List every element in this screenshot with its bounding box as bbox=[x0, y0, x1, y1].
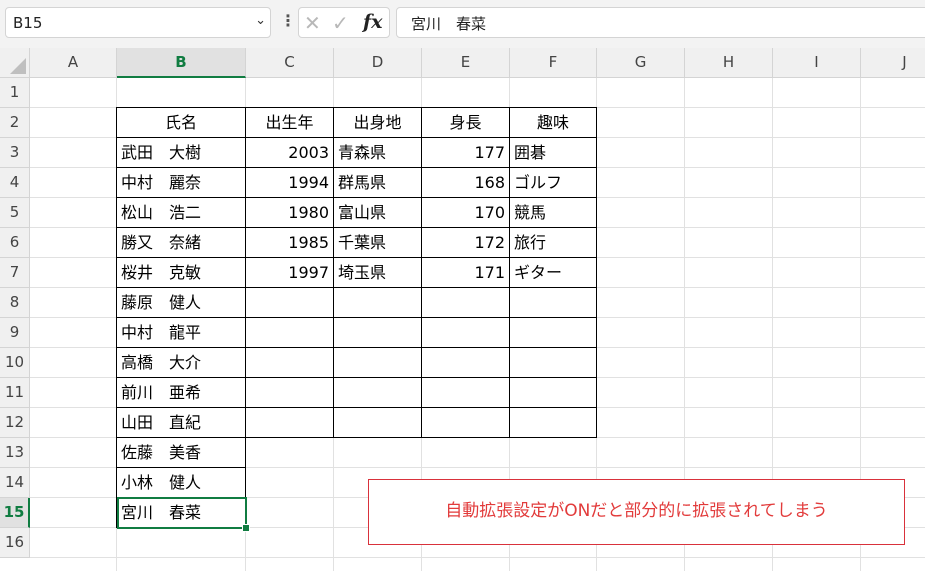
chevron-down-icon[interactable]: ⌄ bbox=[255, 13, 266, 28]
row-header-13[interactable]: 13 bbox=[0, 438, 30, 468]
table-cell-name[interactable]: 佐藤 美香 bbox=[116, 437, 246, 468]
row-header-5[interactable]: 5 bbox=[0, 198, 30, 228]
table-cell-name[interactable]: 藤原 健人 bbox=[116, 287, 246, 318]
table-cell-hobby[interactable]: 囲碁 bbox=[509, 137, 597, 168]
row-header-11[interactable]: 11 bbox=[0, 378, 30, 408]
table-cell-birth-year[interactable]: 1985 bbox=[245, 227, 334, 258]
table-cell-hobby[interactable] bbox=[509, 317, 597, 348]
table-cell-birth-year[interactable] bbox=[245, 377, 334, 408]
table-cell-birth-year[interactable]: 1994 bbox=[245, 167, 334, 198]
table-cell-height[interactable]: 170 bbox=[421, 197, 510, 228]
table-cell-height[interactable]: 171 bbox=[421, 257, 510, 288]
header-cell-birthplace[interactable]: 出身地 bbox=[333, 107, 422, 138]
table-cell-name[interactable]: 高橋 大介 bbox=[116, 347, 246, 378]
table-cell-name[interactable]: 小林 健人 bbox=[116, 467, 246, 498]
table-cell-birthplace[interactable] bbox=[333, 377, 422, 408]
column-header-e[interactable]: E bbox=[422, 48, 510, 78]
table-cell-name[interactable]: 松山 浩二 bbox=[116, 197, 246, 228]
select-all-triangle-icon bbox=[10, 58, 26, 74]
row-header-8[interactable]: 8 bbox=[0, 288, 30, 318]
column-header-i[interactable]: I bbox=[773, 48, 861, 78]
row-header-15[interactable]: 15 bbox=[0, 498, 30, 528]
table-cell-hobby[interactable]: 旅行 bbox=[509, 227, 597, 258]
table-cell-name[interactable]: 山田 直紀 bbox=[116, 407, 246, 438]
table-cell-birthplace[interactable]: 埼玉県 bbox=[333, 257, 422, 288]
table-cell-birthplace[interactable] bbox=[333, 347, 422, 378]
table-cell-height[interactable]: 177 bbox=[421, 137, 510, 168]
table-cell-birthplace[interactable]: 群馬県 bbox=[333, 167, 422, 198]
table-cell-hobby[interactable] bbox=[509, 377, 597, 408]
table-cell-birthplace[interactable]: 青森県 bbox=[333, 137, 422, 168]
table-cell-hobby[interactable] bbox=[509, 287, 597, 318]
row-header-10[interactable]: 10 bbox=[0, 348, 30, 378]
header-cell-birth-year[interactable]: 出生年 bbox=[245, 107, 334, 138]
table-cell-name[interactable]: 桜井 克敏 bbox=[116, 257, 246, 288]
table-cell-hobby[interactable] bbox=[509, 347, 597, 378]
table-cell-birth-year[interactable]: 1997 bbox=[245, 257, 334, 288]
row-header-2[interactable]: 2 bbox=[0, 108, 30, 138]
formula-value[interactable]: 宮川 春菜 bbox=[411, 13, 486, 34]
row-header-6[interactable]: 6 bbox=[0, 228, 30, 258]
formula-bar: B15 ⌄ ⋮ ✕ ✓ fx 宮川 春菜 bbox=[0, 0, 925, 48]
table-cell-birth-year[interactable]: 2003 bbox=[245, 137, 334, 168]
enter-check-icon[interactable]: ✓ bbox=[332, 11, 349, 35]
cancel-icon[interactable]: ✕ bbox=[304, 11, 321, 35]
row-header-14[interactable]: 14 bbox=[0, 468, 30, 498]
fill-handle[interactable] bbox=[242, 524, 250, 532]
table-cell-name[interactable]: 前川 亜希 bbox=[116, 377, 246, 408]
table-cell-birth-year[interactable] bbox=[245, 287, 334, 318]
table-cell-birthplace[interactable]: 千葉県 bbox=[333, 227, 422, 258]
table-cell-height[interactable] bbox=[421, 377, 510, 408]
column-header-a[interactable]: A bbox=[30, 48, 117, 78]
table-cell-height[interactable]: 168 bbox=[421, 167, 510, 198]
table-cell-hobby[interactable] bbox=[509, 407, 597, 438]
table-cell-hobby[interactable]: ゴルフ bbox=[509, 167, 597, 198]
table-cell-height[interactable] bbox=[421, 317, 510, 348]
name-box[interactable]: B15 ⌄ bbox=[5, 7, 271, 38]
row-header-4[interactable]: 4 bbox=[0, 168, 30, 198]
column-header-g[interactable]: G bbox=[597, 48, 685, 78]
table-cell-birthplace[interactable] bbox=[333, 317, 422, 348]
column-header-h[interactable]: H bbox=[685, 48, 773, 78]
formula-input[interactable]: 宮川 春菜 bbox=[396, 7, 925, 38]
table-cell-birth-year[interactable] bbox=[245, 407, 334, 438]
column-header-f[interactable]: F bbox=[510, 48, 597, 78]
row-header-1[interactable]: 1 bbox=[0, 78, 30, 108]
table-cell-name[interactable]: 中村 麗奈 bbox=[116, 167, 246, 198]
table-cell-height[interactable]: 172 bbox=[421, 227, 510, 258]
header-cell-hobby[interactable]: 趣味 bbox=[509, 107, 597, 138]
more-options-icon[interactable]: ⋮ bbox=[280, 11, 296, 30]
row-header-9[interactable]: 9 bbox=[0, 318, 30, 348]
callout-note: 自動拡張設定がONだと部分的に拡張されてしまう bbox=[368, 479, 905, 545]
row-header-16[interactable]: 16 bbox=[0, 528, 30, 558]
table-cell-name[interactable]: 武田 大樹 bbox=[116, 137, 246, 168]
row-header-7[interactable]: 7 bbox=[0, 258, 30, 288]
table-cell-hobby[interactable]: 競馬 bbox=[509, 197, 597, 228]
table-cell-birthplace[interactable] bbox=[333, 287, 422, 318]
table-cell-birth-year[interactable] bbox=[245, 347, 334, 378]
table-cell-name[interactable]: 宮川 春菜 bbox=[116, 497, 246, 528]
column-header-j[interactable]: J bbox=[861, 48, 925, 78]
header-cell-name[interactable]: 氏名 bbox=[116, 107, 246, 138]
table-cell-height[interactable] bbox=[421, 347, 510, 378]
table-cell-height[interactable] bbox=[421, 407, 510, 438]
table-cell-birthplace[interactable]: 富山県 bbox=[333, 197, 422, 228]
header-cell-height[interactable]: 身長 bbox=[421, 107, 510, 138]
table-cell-birth-year[interactable] bbox=[245, 317, 334, 348]
table-cell-birth-year[interactable]: 1980 bbox=[245, 197, 334, 228]
table-cell-birthplace[interactable] bbox=[333, 407, 422, 438]
column-header-b[interactable]: B bbox=[117, 48, 246, 78]
formula-controls: ✕ ✓ fx bbox=[298, 7, 390, 38]
column-header-c[interactable]: C bbox=[246, 48, 334, 78]
table-cell-name[interactable]: 勝又 奈緒 bbox=[116, 227, 246, 258]
column-header-d[interactable]: D bbox=[334, 48, 422, 78]
table-cell-name[interactable]: 中村 龍平 bbox=[116, 317, 246, 348]
name-box-value[interactable]: B15 bbox=[13, 14, 42, 32]
table-cell-height[interactable] bbox=[421, 287, 510, 318]
select-all-button[interactable] bbox=[0, 48, 30, 78]
table-cell-hobby[interactable]: ギター bbox=[509, 257, 597, 288]
row-header-3[interactable]: 3 bbox=[0, 138, 30, 168]
row-header-12[interactable]: 12 bbox=[0, 408, 30, 438]
insert-function-icon[interactable]: fx bbox=[363, 11, 383, 33]
